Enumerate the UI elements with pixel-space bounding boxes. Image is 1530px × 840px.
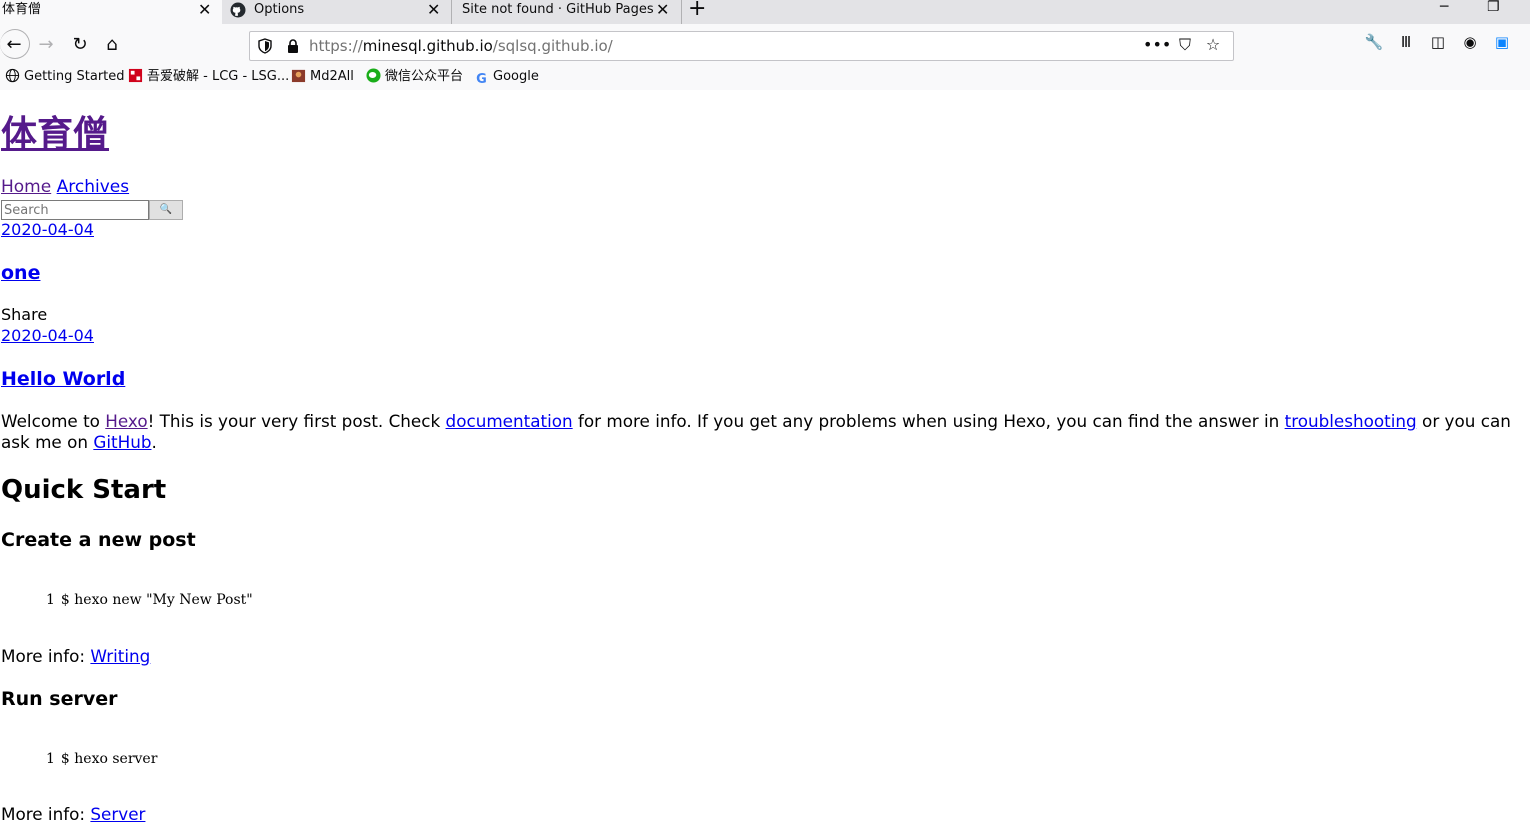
wrench-icon[interactable]: 🔧 <box>1358 33 1390 51</box>
lock-icon[interactable] <box>287 39 299 53</box>
home-icon[interactable]: ⌂ <box>100 33 124 57</box>
account-icon[interactable]: ◉ <box>1454 33 1486 51</box>
page-actions-icon[interactable]: ••• <box>1143 35 1171 54</box>
quick-start-heading: Quick Start <box>1 475 167 505</box>
share-link[interactable]: Share <box>1 305 47 325</box>
tab-strip: 体育僧 ✕ Options ✕ Site not found · GitHub … <box>0 0 1530 24</box>
more-info: More info: Server <box>1 804 146 824</box>
documentation-link[interactable]: documentation <box>446 411 573 431</box>
close-tab-icon[interactable]: ✕ <box>656 0 669 20</box>
writing-link[interactable]: Writing <box>90 646 150 666</box>
back-arrow-icon[interactable]: ← <box>2 33 26 57</box>
github-link[interactable]: GitHub <box>93 432 151 452</box>
forward-arrow-icon[interactable]: → <box>34 33 58 57</box>
tab-label: Site not found · GitHub Pages <box>462 2 654 17</box>
post-date: 2020-04-04 <box>1 220 94 240</box>
intro-paragraph: Welcome to Hexo! This is your very first… <box>1 411 1511 452</box>
tab-site-not-found[interactable]: Site not found · GitHub Pages ✕ <box>452 0 682 24</box>
new-tab-plus-icon[interactable]: + <box>688 0 706 21</box>
google-icon: G <box>476 72 487 87</box>
post-title: Hello World <box>1 367 125 391</box>
tab-tiyuseng[interactable]: 体育僧 ✕ <box>0 0 222 24</box>
bookmark-star-icon[interactable]: ☆ <box>1199 35 1227 54</box>
bookmark-google[interactable]: G Google <box>474 68 539 87</box>
tab-options[interactable]: Options ✕ <box>222 0 452 24</box>
post-title-link[interactable]: Hello World <box>1 368 125 390</box>
site-title: 体育僧 <box>1 112 109 158</box>
library-icon[interactable]: Ⅲ <box>1390 33 1422 51</box>
site-title-link[interactable]: 体育僧 <box>1 114 109 155</box>
nav-archives-link[interactable]: Archives <box>57 177 129 197</box>
code-text: $ hexo server <box>60 751 158 767</box>
line-number: 1 <box>46 592 55 608</box>
browser-chrome: 体育僧 ✕ Options ✕ Site not found · GitHub … <box>0 0 1530 91</box>
wechat-icon <box>366 68 381 83</box>
tab-label: Options <box>254 2 305 17</box>
hexo-link[interactable]: Hexo <box>105 411 147 431</box>
pocket-icon[interactable]: ⛉ <box>1171 35 1199 55</box>
section-heading: Create a new post <box>1 529 196 551</box>
reload-icon[interactable]: ↻ <box>68 33 92 57</box>
post-title: one <box>1 261 40 285</box>
troubleshooting-link[interactable]: troubleshooting <box>1285 411 1417 431</box>
close-tab-icon[interactable]: ✕ <box>427 0 440 20</box>
minimize-window-icon[interactable]: ─ <box>1440 0 1448 15</box>
site-nav: Home Archives <box>1 176 129 198</box>
bookmarks-toolbar: Getting Started 吾爱破解 - LCG - LSG... Md2A… <box>0 66 1530 88</box>
code-block: 1 $ hexo server <box>46 750 157 768</box>
bookmark-getting-started[interactable]: Getting Started <box>5 68 125 86</box>
md2all-icon <box>291 69 306 83</box>
search-input[interactable] <box>1 200 149 220</box>
post-date: 2020-04-04 <box>1 326 94 346</box>
url-bar[interactable]: https://minesql.github.io/sqlsq.github.i… <box>249 31 1234 61</box>
bookmark-md2all[interactable]: Md2All <box>291 68 354 86</box>
section-heading: Run server <box>1 688 118 710</box>
post-title-link[interactable]: one <box>1 262 40 284</box>
code-block: 1 $ hexo new "My New Post" <box>46 591 253 609</box>
line-number: 1 <box>46 751 55 767</box>
bookmark-52pojie[interactable]: 吾爱破解 - LCG - LSG... <box>128 68 289 86</box>
post-date-link[interactable]: 2020-04-04 <box>1 220 94 239</box>
github-icon <box>230 2 246 18</box>
tracking-shield-icon[interactable] <box>258 38 272 54</box>
post-date-link[interactable]: 2020-04-04 <box>1 326 94 345</box>
url-text[interactable]: https://minesql.github.io/sqlsq.github.i… <box>309 37 613 55</box>
close-tab-icon[interactable]: ✕ <box>198 0 211 20</box>
tab-label: 体育僧 <box>2 2 42 17</box>
nav-toolbar: ← → ↻ ⌂ https://minesql.github.io/sqlsq.… <box>0 24 1530 66</box>
translate-icon[interactable]: ▣ <box>1486 33 1518 51</box>
code-text: $ hexo new "My New Post" <box>60 592 253 608</box>
page-viewport: 体育僧 Home Archives 🔍 2020-04-04 one Share… <box>0 90 1530 840</box>
sidebar-icon[interactable]: ◫ <box>1422 33 1454 51</box>
more-info: More info: Writing <box>1 646 151 666</box>
server-link[interactable]: Server <box>90 804 145 824</box>
restore-window-icon[interactable]: ❐ <box>1487 0 1500 15</box>
nav-home-link[interactable]: Home <box>1 177 51 197</box>
52pojie-icon <box>128 68 143 83</box>
search-submit-button[interactable]: 🔍 <box>149 200 183 220</box>
globe-icon <box>5 68 20 83</box>
bookmark-wechat[interactable]: 微信公众平台 <box>366 68 463 86</box>
